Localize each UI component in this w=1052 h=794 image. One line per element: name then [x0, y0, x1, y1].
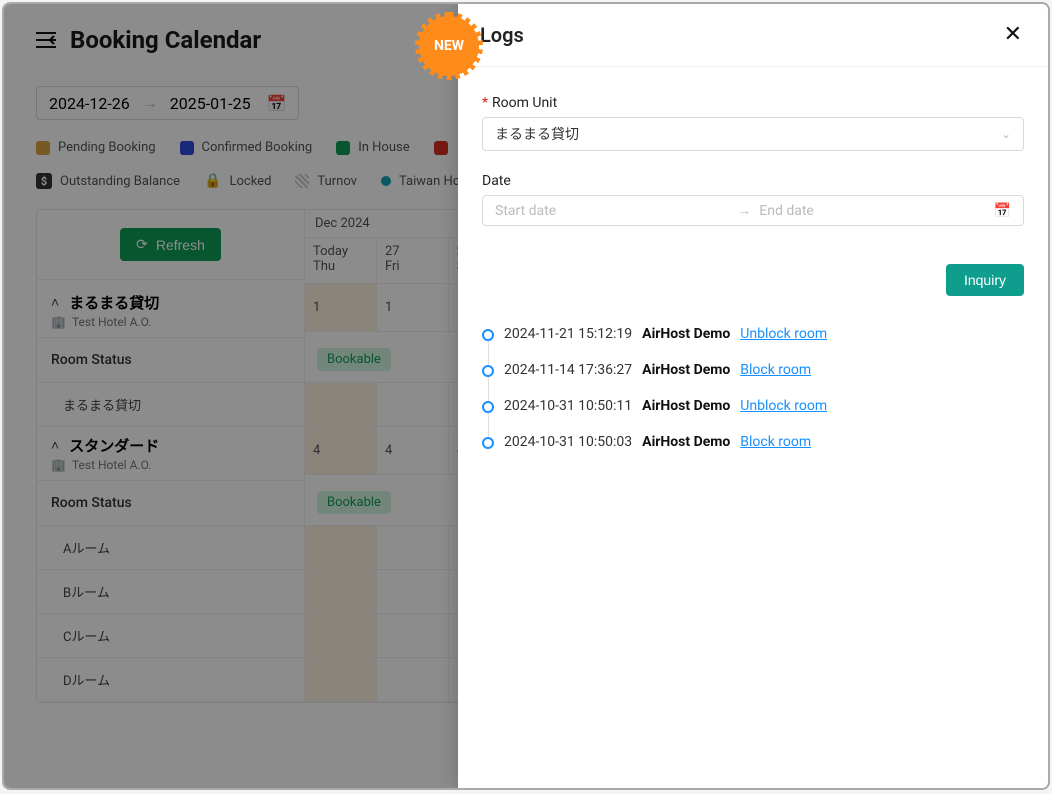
close-icon[interactable]: ✕	[1000, 20, 1026, 50]
log-entry: 2024-11-21 15:12:19 AirHost Demo Unblock r…	[504, 326, 1024, 342]
arrow-right-icon: →	[737, 202, 751, 219]
drawer-title: Logs	[480, 23, 524, 47]
timeline-dot	[482, 401, 494, 413]
room-unit-label: *Room Unit	[482, 95, 1024, 111]
end-date-placeholder: End date	[759, 203, 993, 219]
log-action-link[interactable]: Block room	[740, 362, 811, 378]
start-date-placeholder: Start date	[495, 203, 729, 219]
log-entry: 2024-10-31 10:50:03 AirHost Demo Block roo…	[504, 434, 1024, 450]
log-entry: 2024-11-14 17:36:27 AirHost Demo Block roo…	[504, 362, 1024, 378]
room-unit-value: まるまる貸切	[495, 124, 579, 144]
timeline-dot	[482, 329, 494, 341]
log-user: AirHost Demo	[642, 398, 730, 414]
log-action-link[interactable]: Unblock room	[740, 398, 827, 414]
log-user: AirHost Demo	[642, 362, 730, 378]
log-entry: 2024-10-31 10:50:11 AirHost Demo Unblock r…	[504, 398, 1024, 414]
log-action-link[interactable]: Unblock room	[740, 326, 827, 342]
logs-drawer: Logs ✕ *Room Unit まるまる貸切 ⌄ Date Start da…	[458, 4, 1048, 788]
log-time: 2024-10-31 10:50:03	[504, 434, 632, 450]
inquiry-button[interactable]: Inquiry	[946, 264, 1024, 296]
log-time: 2024-10-31 10:50:11	[504, 398, 632, 414]
chevron-down-icon: ⌄	[1001, 127, 1011, 141]
date-label: Date	[482, 173, 1024, 189]
new-badge: NEW	[419, 16, 479, 76]
log-action-link[interactable]: Block room	[740, 434, 811, 450]
timeline-dot	[482, 437, 494, 449]
log-user: AirHost Demo	[642, 326, 730, 342]
log-user: AirHost Demo	[642, 434, 730, 450]
log-date-range-picker[interactable]: Start date → End date 📅	[482, 195, 1024, 226]
log-timeline: 2024-11-21 15:12:19 AirHost Demo Unblock r…	[482, 326, 1024, 450]
room-unit-select[interactable]: まるまる貸切 ⌄	[482, 117, 1024, 151]
calendar-icon: 📅	[994, 203, 1011, 219]
timeline-dot	[482, 365, 494, 377]
log-time: 2024-11-21 15:12:19	[504, 326, 632, 342]
log-time: 2024-11-14 17:36:27	[504, 362, 632, 378]
